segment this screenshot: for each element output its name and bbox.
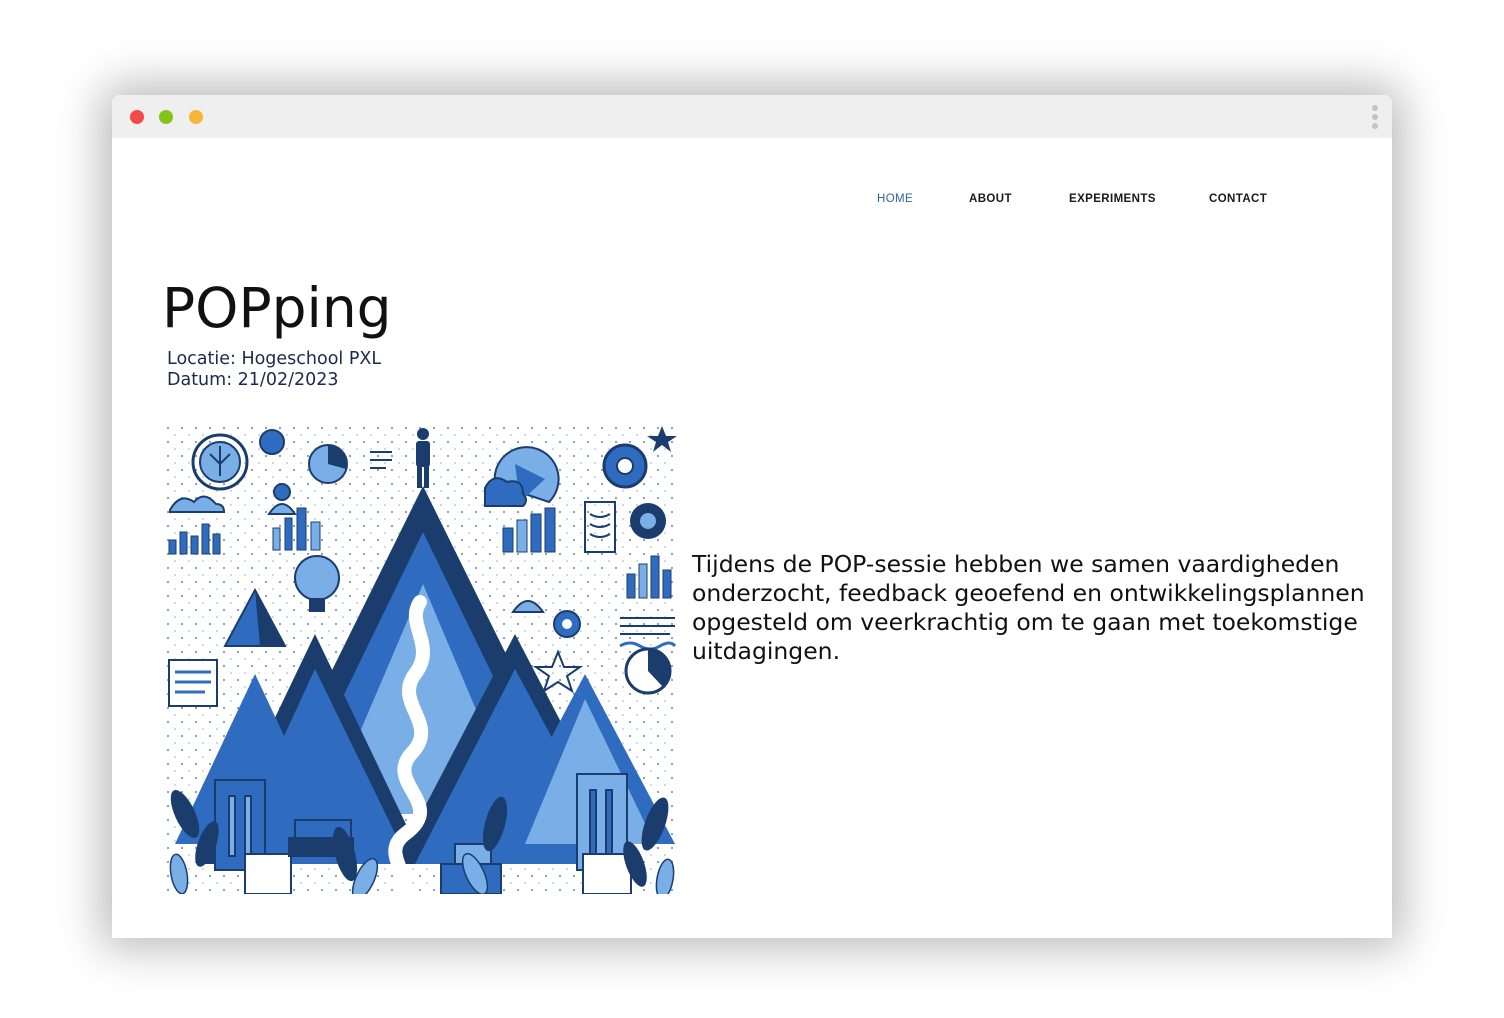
nav-about[interactable]: ABOUT [969,193,1012,205]
session-description: Tijdens de POP-sessie hebben we samen va… [692,550,1365,665]
main-navigation: HOME ABOUT EXPERIMENTS CONTACT [112,193,1392,209]
browser-window: HOME ABOUT EXPERIMENTS CONTACT POPping L… [112,95,1392,938]
maximize-window-button[interactable] [189,110,203,124]
close-window-button[interactable] [130,110,144,124]
hero-illustration [165,424,677,894]
event-location: Locatie: Hogeschool PXL [167,349,382,369]
nav-experiments[interactable]: EXPERIMENTS [1069,193,1156,205]
page-title: POPping [162,276,392,340]
minimize-window-button[interactable] [159,110,173,124]
event-date: Datum: 21/02/2023 [167,370,339,390]
title-bar [112,95,1392,138]
nav-home[interactable]: HOME [877,193,913,205]
mountain-illustration [165,424,677,894]
nav-contact[interactable]: CONTACT [1209,193,1267,205]
kebab-menu-icon[interactable] [1371,105,1379,131]
event-meta: Locatie: Hogeschool PXL Datum: 21/02/202… [167,349,381,391]
